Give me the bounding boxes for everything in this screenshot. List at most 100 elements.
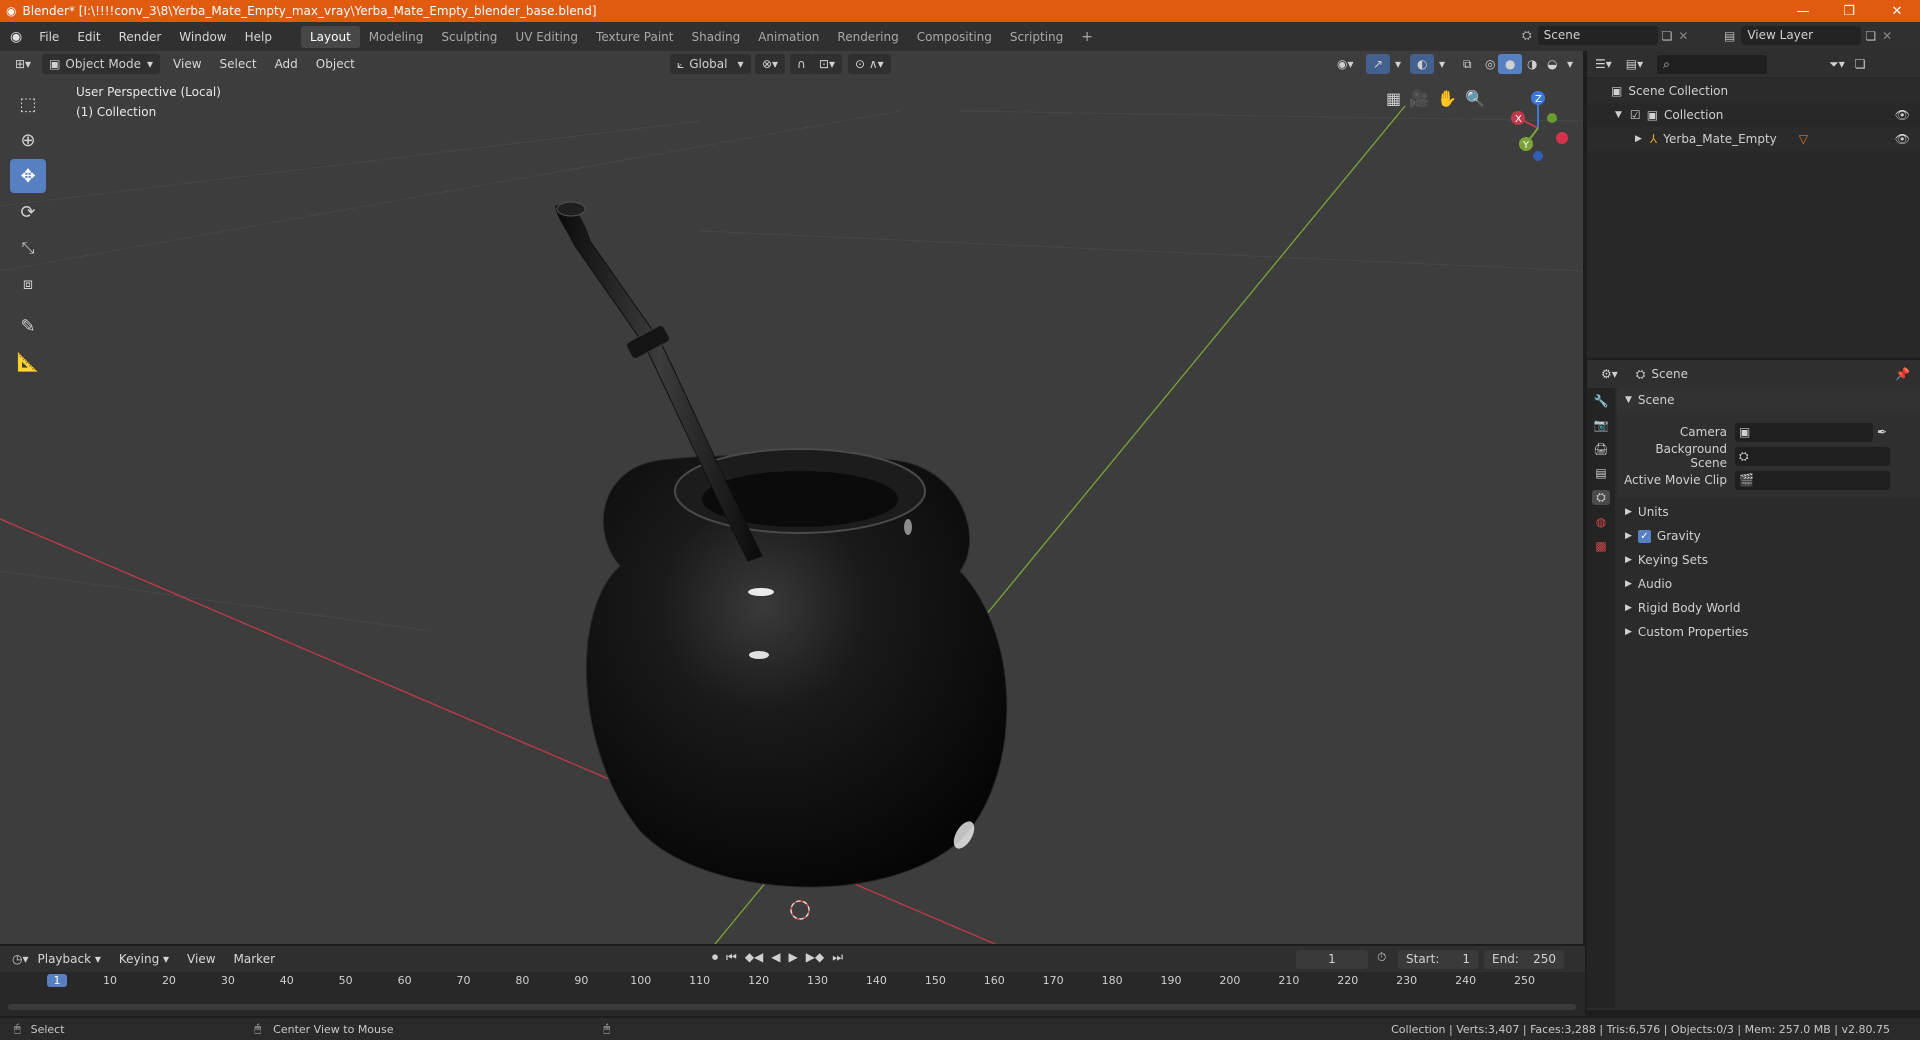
viewport-menu-object[interactable]: Object <box>307 53 364 75</box>
timeline-menu-keying[interactable]: Keying ▾ <box>110 948 178 970</box>
camera-view-icon[interactable]: 🎥 <box>1409 89 1429 108</box>
blender-menu-icon[interactable]: ◉ <box>10 29 22 45</box>
timeline-menu-view[interactable]: View <box>178 948 224 970</box>
timeline-menu-playback[interactable]: Playback ▾ <box>29 948 110 970</box>
outliner-object-row[interactable]: ▶ ⅄ Yerba_Mate_Empty ▽ 👁 <box>1587 127 1920 151</box>
menu-file[interactable]: File <box>30 26 68 48</box>
maximize-button[interactable]: ❐ <box>1826 0 1872 22</box>
overlays-toggle[interactable]: ◐ <box>1410 54 1435 74</box>
delete-scene-icon[interactable]: ✕ <box>1678 29 1688 43</box>
gravity-panel[interactable]: ▶ ✓ Gravity <box>1617 524 1920 548</box>
shading-dropdown[interactable]: ▾ <box>1560 54 1580 74</box>
output-tab-icon[interactable]: 🖨 <box>1593 442 1608 456</box>
world-tab-icon[interactable]: ◍ <box>1596 515 1606 529</box>
scene-selector[interactable]: ⛭ Scene ❏ ✕ <box>1522 26 1688 45</box>
view-layer-tab-icon[interactable]: ▤ <box>1595 466 1606 480</box>
timeline-scrollbar[interactable] <box>8 1004 1576 1010</box>
tab-compositing[interactable]: Compositing <box>908 26 1001 48</box>
measure-tool[interactable]: 📐 <box>10 345 46 379</box>
pan-hand-icon[interactable]: ✋ <box>1437 89 1457 108</box>
minimize-button[interactable]: — <box>1780 0 1826 22</box>
viewport-menu-view[interactable]: View <box>164 53 210 75</box>
expand-arrow-icon[interactable]: ▼ <box>1615 110 1622 120</box>
jump-start-icon[interactable]: ⏮ <box>726 950 737 965</box>
checkbox-icon[interactable]: ☑ <box>1630 108 1641 122</box>
tab-uv-editing[interactable]: UV Editing <box>506 26 587 48</box>
rigid-body-world-panel[interactable]: ▶ Rigid Body World <box>1617 596 1920 620</box>
timeline-menu-marker[interactable]: Marker <box>225 948 284 970</box>
active-movie-clip-field[interactable]: 🎬 <box>1735 470 1890 490</box>
tool-tab-icon[interactable]: 🔧 <box>1594 394 1609 408</box>
scene-tab-icon[interactable]: ⛭ <box>1592 490 1610 505</box>
next-keyframe-icon[interactable]: ▶◆ <box>806 950 824 965</box>
tab-shading[interactable]: Shading <box>682 26 749 48</box>
visibility-eye-icon[interactable]: 👁 <box>1895 108 1910 122</box>
gizmo-toggle[interactable]: ↗ <box>1366 54 1391 74</box>
menu-render[interactable]: Render <box>110 26 171 48</box>
properties-editor-icon[interactable]: ⚙▾ <box>1601 367 1618 381</box>
start-frame-field[interactable]: Start: 1 <box>1398 950 1478 969</box>
annotate-tool[interactable]: ✎ <box>10 309 46 343</box>
snap-toggle[interactable]: ∩ <box>790 54 813 74</box>
add-workspace-button[interactable]: + <box>1072 26 1102 48</box>
close-window-button[interactable]: ✕ <box>1874 0 1920 22</box>
filter-icon[interactable]: ⏷▾ <box>1829 57 1845 72</box>
visibility-eye-icon[interactable]: 👁 <box>1895 132 1910 146</box>
scene-name-field[interactable]: Scene <box>1537 26 1658 45</box>
tab-texture-paint[interactable]: Texture Paint <box>587 26 682 48</box>
audio-panel[interactable]: ▶ Audio <box>1617 572 1920 596</box>
playhead[interactable]: 1 <box>47 974 67 987</box>
snap-target-button[interactable]: ⊡▾ <box>812 54 843 74</box>
mode-dropdown[interactable]: ▣ Object Mode ▾ <box>42 54 161 74</box>
background-scene-field[interactable]: ⛭ <box>1735 446 1890 466</box>
outliner-scene-collection[interactable]: ▣ Scene Collection <box>1587 79 1920 103</box>
outliner-search-field[interactable]: ⌕ <box>1657 54 1768 74</box>
render-tab-icon[interactable]: 📷 <box>1594 418 1609 432</box>
tab-modeling[interactable]: Modeling <box>360 26 433 48</box>
display-mode-icon[interactable]: ▤▾ <box>1626 57 1643 71</box>
eyedropper-icon[interactable]: ✒ <box>1877 425 1887 439</box>
orientation-gizmo[interactable]: Z X Y <box>1500 86 1580 166</box>
menu-edit[interactable]: Edit <box>68 26 109 48</box>
pin-icon[interactable]: 📌 <box>1895 367 1910 381</box>
end-frame-field[interactable]: End: 250 <box>1484 950 1564 969</box>
camera-field[interactable]: ▣ <box>1735 422 1873 442</box>
zoom-icon[interactable]: 🔍 <box>1465 89 1485 108</box>
custom-properties-panel[interactable]: ▶ Custom Properties <box>1617 620 1920 644</box>
pivot-point-button[interactable]: ⊗▾ <box>755 54 786 74</box>
scale-tool[interactable]: ⤡ <box>10 231 46 265</box>
proportional-edit-toggle[interactable]: ⊙ ∧▾ <box>848 54 891 74</box>
current-frame-field[interactable]: 1 <box>1296 950 1368 969</box>
shading-solid[interactable]: ● <box>1498 54 1523 74</box>
units-panel[interactable]: ▶ Units <box>1617 500 1920 524</box>
texture-tab-icon[interactable]: ▩ <box>1595 539 1606 553</box>
play-reverse-icon[interactable]: ◀ <box>771 950 780 965</box>
jump-end-icon[interactable]: ⏭ <box>832 950 843 965</box>
menu-help[interactable]: Help <box>236 26 281 48</box>
outliner-editor-icon[interactable]: ☰▾ <box>1595 57 1612 71</box>
tab-layout[interactable]: Layout <box>300 25 360 48</box>
tab-rendering[interactable]: Rendering <box>828 26 907 48</box>
tab-scripting[interactable]: Scripting <box>1001 26 1072 48</box>
new-collection-icon[interactable]: ❏ <box>1855 57 1866 71</box>
move-tool[interactable]: ✥ <box>10 159 46 193</box>
visibility-dropdown[interactable]: ◉▾ <box>1330 54 1361 74</box>
xray-toggle[interactable]: ⧉ <box>1456 54 1479 74</box>
select-box-tool[interactable]: ⬚ <box>10 87 46 121</box>
transform-tool[interactable]: ⧈ <box>10 267 46 301</box>
cursor-tool[interactable]: ⊕ <box>10 123 46 157</box>
view-layer-selector[interactable]: ▤ View Layer ❏ ✕ <box>1724 26 1892 45</box>
editor-type-button[interactable]: ⊞▾ <box>8 54 38 74</box>
new-view-layer-icon[interactable]: ❏ <box>1865 29 1876 43</box>
3d-viewport[interactable]: ⊞▾ ▣ Object Mode ▾ View Select Add Objec… <box>0 51 1585 944</box>
expand-arrow-icon[interactable]: ▶ <box>1635 134 1642 144</box>
stopwatch-icon[interactable]: ⏱ <box>1377 950 1386 965</box>
viewport-menu-select[interactable]: Select <box>211 53 266 75</box>
menu-window[interactable]: Window <box>170 26 235 48</box>
timeline-area[interactable]: 1 10 20 30 40 50 60 70 80 90 100 110 120 130 140 150 160… <box>0 972 1585 1016</box>
outliner-collection-row[interactable]: ▼ ☑ ▣ Collection 👁 <box>1587 103 1920 127</box>
gravity-checkbox[interactable]: ✓ <box>1637 529 1651 543</box>
new-scene-icon[interactable]: ❏ <box>1662 29 1673 43</box>
transform-orientation-dropdown[interactable]: ⟀ Global ▾ <box>670 54 751 74</box>
record-icon[interactable]: ⏺ <box>712 950 718 965</box>
